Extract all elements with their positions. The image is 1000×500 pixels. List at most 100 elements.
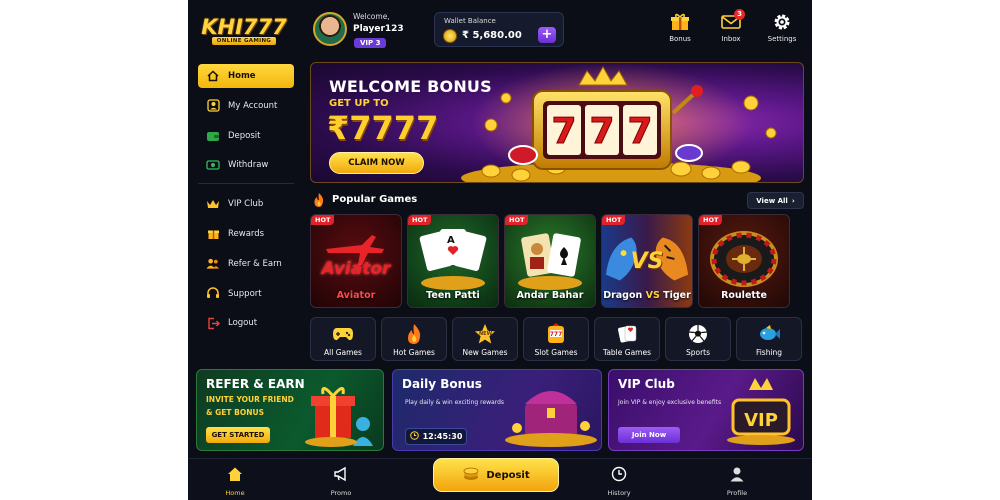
inbox-button[interactable]: 3 Inbox: [711, 9, 751, 50]
inbox-count-badge: 3: [734, 9, 745, 20]
sidebar-item-label: Home: [228, 71, 256, 81]
svg-text:7: 7: [589, 111, 614, 152]
gift-icon: [206, 227, 220, 241]
game-card-roulette[interactable]: HOT Roulette: [698, 214, 790, 308]
chevron-right-icon: ›: [791, 196, 795, 205]
category-label: Table Games: [602, 348, 651, 357]
sidebar-item-my-account[interactable]: My Account: [198, 94, 294, 118]
nav-promo[interactable]: Promo: [316, 466, 366, 497]
sidebar-item-label: Withdraw: [228, 160, 269, 171]
logout-icon: [206, 316, 220, 330]
welcome-bonus-banner[interactable]: 7 7 7 WELCOME BONUS GET UP TO ₹7777 CLAI…: [310, 62, 804, 183]
nav-label: History: [607, 489, 631, 497]
svg-text:7: 7: [627, 111, 652, 152]
refer-earn-card[interactable]: REFER & EARN INVITE YOUR FRIEND & GET BO…: [196, 369, 384, 451]
game-name: Andar Bahar: [516, 290, 584, 301]
category-table-games[interactable]: Table Games: [594, 317, 660, 361]
game-card-dragon-vs-tiger[interactable]: VS HOT Dragon VS Tiger: [601, 214, 693, 308]
svg-text:A: A: [447, 235, 455, 246]
popular-games-title: Popular Games: [332, 194, 418, 205]
sidebar: Home My Account Deposit Withdraw VIP Clu…: [198, 64, 294, 341]
category-new-games[interactable]: NEW New Games: [452, 317, 518, 361]
nav-history[interactable]: History: [594, 466, 644, 497]
gear-icon: [771, 12, 793, 32]
coin-icon: [443, 29, 457, 43]
sidebar-item-rewards[interactable]: Rewards: [198, 222, 294, 246]
fish-icon: [758, 323, 780, 345]
category-label: New Games: [462, 348, 508, 357]
nav-label: Home: [225, 489, 245, 497]
logo-text: KHI777: [201, 15, 287, 39]
game-name-part: Dragon: [603, 290, 643, 301]
banner-amount: ₹7777: [327, 109, 439, 147]
new-tag: NEW: [479, 331, 493, 337]
sidebar-item-support[interactable]: Support: [198, 282, 294, 306]
timer-value: 12:45:30: [422, 432, 463, 441]
banner-title: WELCOME BONUS: [329, 77, 492, 96]
settings-button[interactable]: Settings: [762, 12, 802, 50]
game-name: Aviator: [336, 290, 376, 301]
history-icon: [611, 466, 627, 486]
sidebar-item-logout[interactable]: Logout: [198, 311, 294, 335]
hot-badge: HOT: [505, 215, 529, 225]
category-sports[interactable]: Sports: [665, 317, 731, 361]
sidebar-divider: [198, 183, 294, 185]
fire-icon: [312, 192, 326, 212]
join-now-button[interactable]: Join Now: [618, 427, 680, 443]
category-label: Hot Games: [393, 348, 435, 357]
game-card-aviator[interactable]: Aviator HOT Aviator: [310, 214, 402, 308]
gamepad-icon: [332, 323, 354, 345]
avatar[interactable]: [313, 12, 347, 46]
sidebar-item-deposit[interactable]: Deposit: [198, 124, 294, 148]
logo-tagline: ONLINE GAMING: [211, 37, 277, 45]
headset-icon: [206, 287, 220, 301]
sidebar-item-home[interactable]: Home: [198, 64, 294, 88]
nav-home[interactable]: Home: [210, 466, 260, 497]
category-all-games[interactable]: All Games: [310, 317, 376, 361]
svg-text:777: 777: [550, 331, 563, 338]
deposit-button[interactable]: Deposit: [433, 458, 559, 492]
category-slot-games[interactable]: 777 Slot Games: [523, 317, 589, 361]
crown-icon: [206, 197, 220, 211]
gift-icon: [669, 12, 691, 32]
add-funds-button[interactable]: +: [538, 27, 556, 43]
refer-line-1: INVITE YOUR FRIEND: [206, 395, 294, 404]
get-started-button[interactable]: GET STARTED: [206, 427, 270, 443]
view-all-button[interactable]: View All ›: [747, 192, 804, 209]
vip-art-text: VIP: [744, 410, 778, 431]
slot-machine-icon: 777: [545, 323, 567, 345]
game-card-andar-bahar[interactable]: HOT Andar Bahar: [504, 214, 596, 308]
nav-profile[interactable]: Profile: [712, 466, 762, 497]
clock-icon: [409, 431, 419, 442]
home-icon: [227, 466, 243, 486]
claim-now-button[interactable]: CLAIM NOW: [329, 152, 424, 174]
svg-text:7: 7: [551, 111, 576, 152]
hot-badge: HOT: [311, 215, 335, 225]
sidebar-item-vip-club[interactable]: VIP Club: [198, 192, 294, 216]
inbox-label: Inbox: [721, 35, 741, 43]
fire-icon: [403, 323, 425, 345]
nav-label: Profile: [726, 489, 748, 497]
daily-bonus-card[interactable]: Daily Bonus Play daily & win exciting re…: [392, 369, 602, 451]
sidebar-item-label: Refer & Earn: [228, 258, 282, 269]
game-card-teen-patti[interactable]: A HOT Teen Patti: [407, 214, 499, 308]
bonus-button[interactable]: Bonus: [660, 12, 700, 50]
vs-logo-text: VS: [630, 249, 664, 274]
category-fishing[interactable]: Fishing: [736, 317, 802, 361]
welcome-text: Welcome,: [353, 12, 390, 21]
category-hot-games[interactable]: Hot Games: [381, 317, 447, 361]
nav-label: Promo: [330, 489, 352, 497]
home-icon: [206, 69, 220, 83]
vip-club-card[interactable]: VIP Club Join VIP & enjoy exclusive bene…: [608, 369, 804, 451]
sidebar-item-withdraw[interactable]: Withdraw: [198, 153, 294, 177]
category-label: All Games: [324, 348, 362, 357]
users-icon: [206, 257, 220, 271]
app-window: KHI777 ONLINE GAMING Home My Account Dep…: [188, 0, 812, 500]
category-label: Slot Games: [534, 348, 578, 357]
playing-cards-icon: A: [408, 225, 498, 291]
game-name: Dragon VS Tiger: [602, 290, 692, 301]
brand-logo[interactable]: KHI777 ONLINE GAMING: [196, 10, 292, 50]
sidebar-item-label: Support: [228, 288, 262, 299]
sidebar-item-refer-earn[interactable]: Refer & Earn: [198, 252, 294, 276]
hot-badge: HOT: [699, 215, 723, 225]
